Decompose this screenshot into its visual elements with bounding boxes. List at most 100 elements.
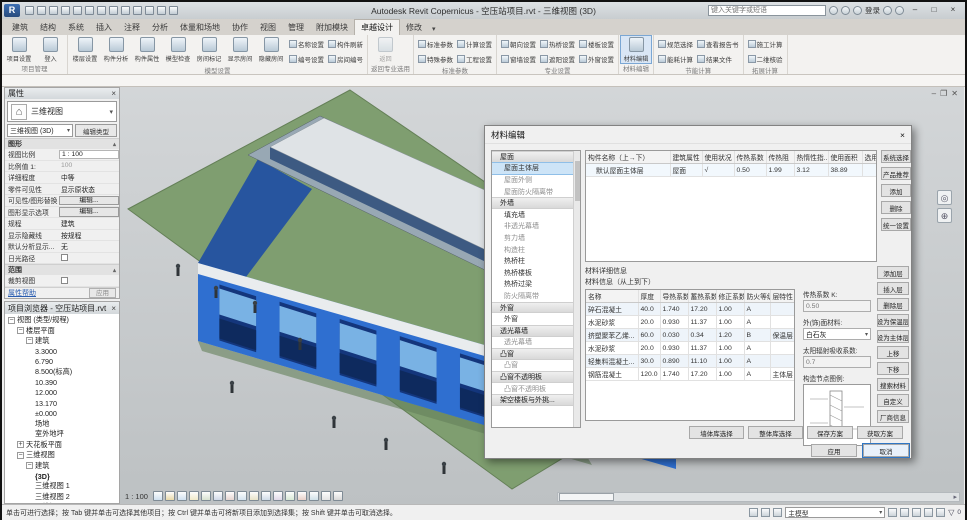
category-屋面[interactable]: 屋面 (492, 151, 574, 163)
editable-only-icon[interactable] (773, 508, 782, 517)
tree-expand-icon[interactable]: − (17, 327, 24, 334)
3d-view-icon[interactable] (133, 6, 142, 15)
section-icon[interactable] (145, 6, 154, 15)
tab-管理[interactable]: 管理 (282, 20, 310, 35)
设为主体层-button[interactable]: 设为主体层 (877, 330, 909, 343)
tree-item[interactable]: 10.390 (5, 377, 119, 387)
filter-icon[interactable]: ▽ (948, 508, 954, 517)
tab-建筑[interactable]: 建筑 (6, 20, 34, 35)
category-热桥楼板[interactable]: 热桥楼板 (492, 267, 574, 279)
component-analysis-button[interactable]: 构件分析 (101, 36, 131, 63)
exterior-window-settings-button[interactable]: 外窗设置 (577, 51, 616, 66)
material-row[interactable]: 水泥砂浆20.00.93011.371.00A (586, 316, 795, 329)
checkbox[interactable] (61, 277, 68, 284)
category-非透光幕墙[interactable]: 非透光幕墙 (492, 221, 574, 233)
tree-item[interactable]: 13.170 (5, 398, 119, 408)
scrollbar-thumb[interactable] (559, 493, 614, 501)
tab-插入[interactable]: 插入 (90, 20, 118, 35)
temporary-hide-isolate-icon[interactable] (249, 491, 259, 501)
section-范围[interactable]: 范围▴ (5, 264, 119, 275)
tree-item[interactable]: 三维视图 2 (5, 492, 119, 502)
添加层-button[interactable]: 添加层 (877, 266, 909, 279)
crop-region-visibility-icon[interactable] (237, 491, 247, 501)
design-options-icon[interactable] (749, 508, 758, 517)
tree-item[interactable]: +天花板平面 (5, 440, 119, 450)
search-icon[interactable] (829, 6, 838, 15)
properties-close-icon[interactable]: × (111, 89, 116, 98)
select-links-icon[interactable] (888, 508, 897, 517)
tree-item[interactable]: ±0.000 (5, 409, 119, 419)
category-剪力墙[interactable]: 剪力墙 (492, 232, 574, 244)
finish-material-select[interactable]: 白石灰▾ (803, 328, 871, 340)
col-层特性[interactable]: 层特性 (770, 290, 795, 303)
category-外窗[interactable]: 外窗 (492, 302, 574, 314)
thermal-bridge-settings-button[interactable]: 热桥设置 (538, 36, 577, 51)
tree-expand-icon[interactable]: − (26, 462, 33, 469)
redo-icon[interactable] (73, 6, 82, 15)
code-select-button[interactable]: 规范选择 (656, 36, 695, 51)
user-icon[interactable] (853, 6, 862, 15)
tree-item[interactable]: 3.3000 (5, 346, 119, 356)
search-input[interactable] (708, 5, 826, 16)
component-properties-button[interactable]: 构件属性 (132, 36, 162, 63)
category-架空楼板与外挑...[interactable]: 架空楼板与外挑... (492, 394, 574, 406)
login-button[interactable]: 登入 (35, 36, 65, 63)
shading-settings-button[interactable]: 遮阳设置 (538, 51, 577, 66)
calc-settings-button[interactable]: 计算设置 (455, 36, 494, 51)
material-row[interactable]: 水泥砂浆20.00.93011.371.00A (586, 342, 795, 355)
col-蓄热系数[interactable]: 蓄热系数 (688, 290, 716, 303)
type-selector[interactable]: ⌂ 三维视图 ▾ (7, 101, 117, 122)
tree-item[interactable]: 三维视图 1 (5, 481, 119, 491)
temporary-view-properties-icon[interactable] (273, 491, 283, 501)
自定义-button[interactable]: 自定义 (877, 394, 909, 407)
shadows-icon[interactable] (201, 491, 211, 501)
col-修正系数[interactable]: 修正系数 (716, 290, 744, 303)
category-凸窗[interactable]: 凸窗 (492, 348, 574, 360)
slab-settings-button[interactable]: 楼板设置 (577, 36, 616, 51)
保存方案-button[interactable]: 保存方案 (807, 426, 853, 439)
tree-expand-icon[interactable]: + (17, 441, 24, 448)
room-tag-button[interactable]: 房间标记 (194, 36, 224, 63)
tree-item[interactable]: −楼层平面 (5, 325, 119, 335)
name-settings-button[interactable]: 名称设置 (287, 36, 326, 51)
col-建筑属性[interactable]: 建筑属性 (670, 151, 702, 164)
tree-item[interactable]: {3D} (5, 471, 119, 481)
zoom-icon[interactable]: ⊕ (937, 208, 952, 223)
tab-附加模块[interactable]: 附加模块 (310, 20, 354, 35)
room-number-button[interactable]: 房间编号 (326, 51, 365, 66)
dialog-close-icon[interactable]: × (900, 130, 905, 140)
tree-item[interactable]: 三维视图 3 (5, 502, 119, 503)
col-构件名称（上→下）[interactable]: 构件名称（上→下） (586, 151, 670, 164)
browser-close-icon[interactable]: × (111, 304, 116, 313)
select-pins-icon[interactable] (900, 508, 909, 517)
material-row[interactable]: 轻集料混凝土...30.00.89011.101.00A (586, 355, 795, 368)
section-图形[interactable]: 图形▴ (5, 138, 119, 149)
apply-button[interactable]: 应用 (89, 288, 116, 298)
tab-修改[interactable]: 修改 (400, 20, 428, 35)
component-table[interactable]: 构件名称（上→下）建筑属性使用状况传热系数传热阻热惰性指...使用面积选用依据默… (585, 150, 877, 262)
tree-item[interactable]: 室外地坪 (5, 429, 119, 439)
厂商信息-button[interactable]: 厂商信息 (877, 410, 909, 423)
crop-view-icon[interactable] (225, 491, 235, 501)
properties-header[interactable]: 属性 × (5, 88, 119, 99)
整体库选择-button[interactable]: 整体库选择 (748, 426, 803, 439)
material-row[interactable]: 钢筋混凝土120.01.74017.201.00A主体层 (586, 368, 795, 381)
energy-calc-button[interactable]: 能耗计算 (656, 51, 695, 66)
exchange-apps-icon[interactable] (883, 6, 892, 15)
customize-icon[interactable] (169, 6, 178, 15)
tree-item[interactable]: 8.500(标高) (5, 367, 119, 377)
visual-style-icon[interactable] (177, 491, 187, 501)
col-厚度[interactable]: 厚度 (638, 290, 660, 303)
tab-overflow-icon[interactable]: ▾ (428, 23, 440, 35)
tree-expand-icon[interactable]: − (17, 452, 24, 459)
category-填充墙[interactable]: 填充墙 (492, 209, 574, 221)
property-value[interactable]: 编辑... (59, 196, 119, 206)
view-scale-button[interactable]: 1 : 100 (125, 492, 148, 501)
edit-type-button[interactable]: 编辑类型 (75, 124, 117, 137)
墙体库选择-button[interactable]: 墙体库选择 (689, 426, 744, 439)
steering-wheel-icon[interactable]: ◎ (937, 190, 952, 205)
horizontal-scrollbar[interactable]: ▸ (557, 492, 960, 502)
搜索材料-button[interactable]: 搜索材料 (877, 378, 909, 391)
category-防火隔离带[interactable]: 防火隔离带 (492, 290, 574, 302)
tree-expand-icon[interactable]: − (26, 337, 33, 344)
